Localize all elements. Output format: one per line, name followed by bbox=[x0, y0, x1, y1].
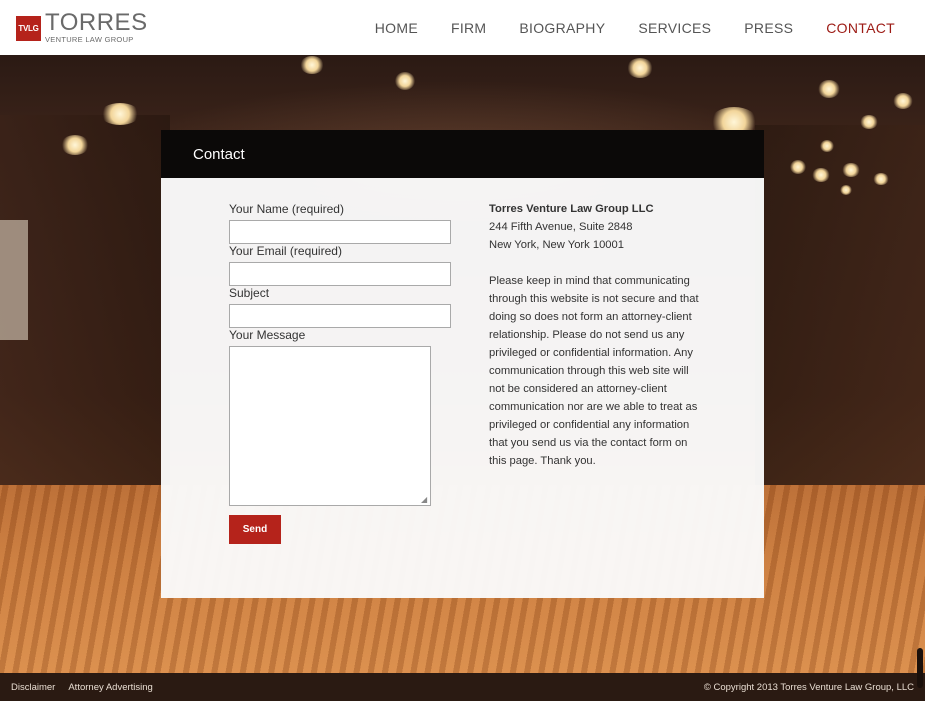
scrollbar-thumb[interactable] bbox=[917, 648, 923, 688]
resize-handle-icon[interactable]: ◢ bbox=[421, 496, 429, 504]
subject-label: Subject bbox=[229, 286, 270, 300]
message-label: Your Message bbox=[229, 328, 306, 342]
contact-form: Your Name (required) Your Email (require… bbox=[229, 202, 454, 544]
send-button[interactable]: Send bbox=[229, 515, 281, 544]
footer-advertising-link[interactable]: Attorney Advertising bbox=[68, 682, 153, 693]
site-footer: Disclaimer Attorney Advertising © Copyri… bbox=[0, 673, 925, 701]
logo-tagline: VENTURE LAW GROUP bbox=[45, 35, 134, 45]
nav-contact[interactable]: CONTACT bbox=[810, 20, 909, 36]
email-label: Your Email (required) bbox=[229, 244, 342, 258]
page-title: Contact bbox=[161, 130, 764, 178]
email-input[interactable] bbox=[229, 262, 451, 286]
name-input[interactable] bbox=[229, 220, 451, 244]
nav-firm[interactable]: FIRM bbox=[434, 20, 502, 36]
footer-disclaimer-link[interactable]: Disclaimer bbox=[11, 682, 55, 693]
firm-name: Torres Venture Law Group LLC bbox=[489, 203, 654, 215]
copyright-text: © Copyright 2013 Torres Venture Law Grou… bbox=[703, 681, 914, 693]
site-header: TVLG TORRES VENTURE LAW GROUP HOME FIRM … bbox=[0, 0, 925, 55]
contact-info: Torres Venture Law Group LLC 244 Fifth A… bbox=[489, 200, 704, 488]
name-label: Your Name (required) bbox=[229, 202, 344, 216]
nav-services[interactable]: SERVICES bbox=[622, 20, 728, 36]
logo-mark: TVLG bbox=[16, 16, 41, 41]
nav-press[interactable]: PRESS bbox=[728, 20, 810, 36]
address-line-2: New York, New York 10001 bbox=[489, 239, 624, 251]
logo[interactable]: TVLG TORRES VENTURE LAW GROUP bbox=[16, 11, 148, 44]
main-nav: HOME FIRM BIOGRAPHY SERVICES PRESS CONTA… bbox=[358, 20, 909, 36]
contact-panel: Your Name (required) Your Email (require… bbox=[161, 178, 764, 598]
subject-input[interactable] bbox=[229, 304, 451, 328]
nav-home[interactable]: HOME bbox=[358, 20, 434, 36]
address-line-1: 244 Fifth Avenue, Suite 2848 bbox=[489, 221, 633, 233]
nav-biography[interactable]: BIOGRAPHY bbox=[503, 20, 622, 36]
privacy-notice: Please keep in mind that communicating t… bbox=[489, 275, 699, 467]
logo-name: TORRES bbox=[45, 9, 148, 37]
message-textarea[interactable] bbox=[229, 346, 431, 506]
